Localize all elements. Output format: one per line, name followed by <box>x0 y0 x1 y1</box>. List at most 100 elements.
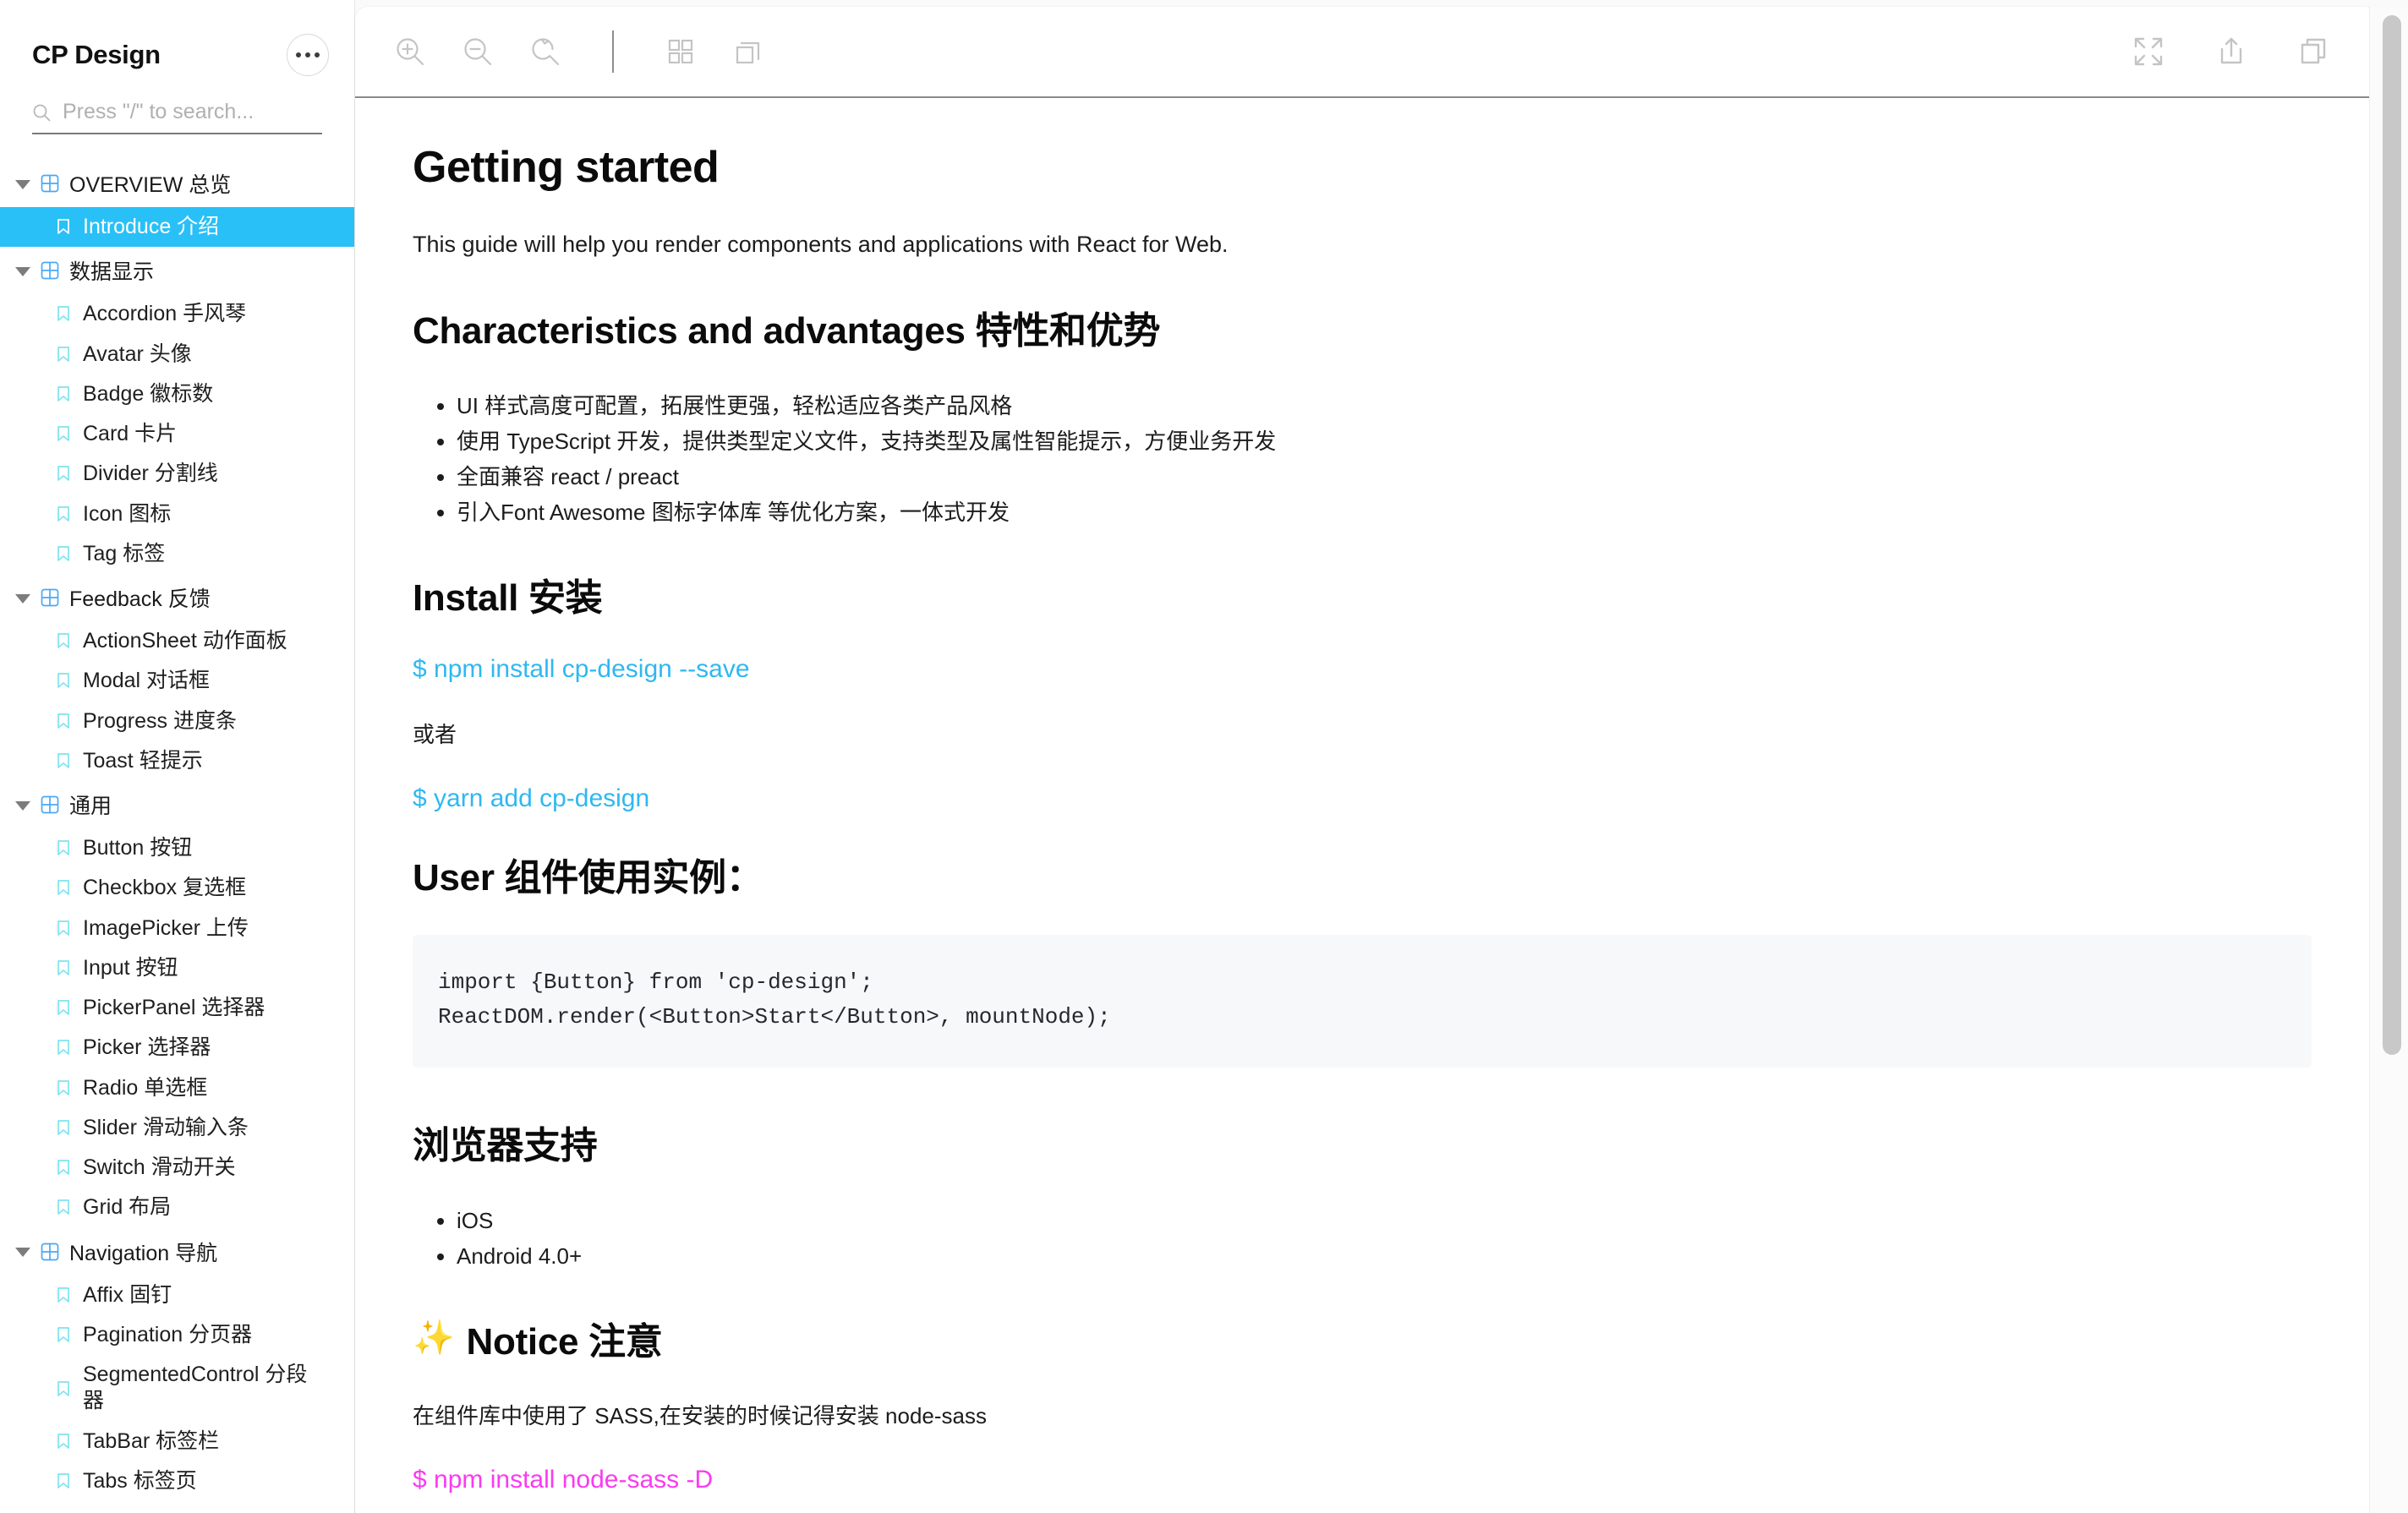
sidebar-item-modal[interactable]: Modal 对话框 <box>0 661 354 701</box>
scrollbar-thumb[interactable] <box>2383 15 2401 1055</box>
sidebar-group-label: 通用 <box>69 789 112 820</box>
sidebar-item-picker[interactable]: Picker 选择器 <box>0 1028 354 1068</box>
npm-install-command[interactable]: $ npm install cp-design --save <box>413 655 2312 684</box>
sidebar-item-tabs[interactable]: Tabs 标签页 <box>0 1461 354 1501</box>
sidebar-group-general[interactable]: 通用 <box>0 781 354 828</box>
heading-notice: ✨ Notice 注意 <box>413 1311 2312 1365</box>
sidebar-item-pickerpanel[interactable]: PickerPanel 选择器 <box>0 988 354 1028</box>
sidebar-item-label: Progress 进度条 <box>83 708 237 735</box>
sidebar-item-imagepicker[interactable]: ImagePicker 上传 <box>0 909 354 948</box>
sidebar-group-navigation[interactable]: Navigation 导航 <box>0 1228 354 1275</box>
sidebar-group-overview[interactable]: OVERVIEW 总览 <box>0 160 354 207</box>
notice-heading-text: Notice 注意 <box>467 1311 663 1365</box>
sidebar-item-input[interactable]: Input 按钮 <box>0 948 354 988</box>
zoom-in-icon[interactable] <box>391 32 430 71</box>
sidebar-item-label: Checkbox 复选框 <box>83 875 246 901</box>
sidebar-item-label: Affix 固钉 <box>83 1282 172 1308</box>
sidebar-item-segmentedcontrol[interactable]: SegmentedControl 分段器 <box>0 1355 354 1422</box>
yarn-add-command[interactable]: $ yarn add cp-design <box>413 784 2312 813</box>
node-sass-command[interactable]: $ npm install node-sass -D <box>413 1466 2312 1494</box>
sidebar-group-label: Feedback 反馈 <box>69 582 211 613</box>
copy-icon[interactable] <box>2295 32 2334 71</box>
share-icon[interactable] <box>2212 32 2251 71</box>
layout-view-icon[interactable] <box>729 32 768 71</box>
grid-icon <box>41 174 59 193</box>
sidebar-item-label: Tag 标签 <box>83 541 165 567</box>
sidebar-item-tag[interactable]: Tag 标签 <box>0 534 354 574</box>
sidebar-item-tabbar[interactable]: TabBar 标签栏 <box>0 1422 354 1461</box>
bookmark-icon <box>56 839 71 856</box>
bookmark-icon <box>56 959 71 976</box>
lead-paragraph: This guide will help you render componen… <box>413 232 2312 258</box>
sidebar-item-card[interactable]: Card 卡片 <box>0 414 354 454</box>
sidebar-item-switch[interactable]: Switch 滑动开关 <box>0 1148 354 1188</box>
sidebar-item-checkbox[interactable]: Checkbox 复选框 <box>0 868 354 908</box>
bookmark-icon <box>56 632 71 649</box>
page-title: Getting started <box>413 142 2312 193</box>
sidebar-item-label: Avatar 头像 <box>83 341 192 368</box>
sidebar-item-radio[interactable]: Radio 单选框 <box>0 1068 354 1108</box>
sidebar-item-actionsheet[interactable]: ActionSheet 动作面板 <box>0 621 354 661</box>
sidebar: CP Design OVERVIEW 总览 <box>0 0 355 1513</box>
more-options-button[interactable] <box>287 34 329 76</box>
sidebar-item-label: Button 按钮 <box>83 835 192 861</box>
sidebar-item-label: Icon 图标 <box>83 501 171 527</box>
search-input[interactable] <box>63 100 322 124</box>
bookmark-icon <box>56 218 71 235</box>
bookmark-icon <box>56 465 71 482</box>
sidebar-item-slider[interactable]: Slider 滑动输入条 <box>0 1108 354 1148</box>
reset-zoom-icon[interactable] <box>526 32 565 71</box>
search-bar[interactable] <box>32 100 322 134</box>
sidebar-item-progress[interactable]: Progress 进度条 <box>0 702 354 741</box>
chevron-down-icon <box>15 1248 30 1257</box>
grid-icon <box>41 1243 59 1261</box>
sidebar-item-button[interactable]: Button 按钮 <box>0 828 354 868</box>
sidebar-item-label: Modal 对话框 <box>83 668 210 694</box>
sidebar-item-badge[interactable]: Badge 徽标数 <box>0 374 354 414</box>
content-toolbar <box>355 7 2369 98</box>
list-item: UI 样式高度可配置，拓展性更强，轻松适应各类产品风格 <box>457 388 2312 423</box>
sidebar-item-label: Badge 徽标数 <box>83 381 213 407</box>
sidebar-item-label: Switch 滑动开关 <box>83 1155 236 1181</box>
content-area: Getting started This guide will help you… <box>355 0 2408 1513</box>
sidebar-item-icon[interactable]: Icon 图标 <box>0 494 354 534</box>
grid-icon <box>41 588 59 607</box>
zoom-out-icon[interactable] <box>458 32 497 71</box>
sidebar-nav: OVERVIEW 总览 Introduce 介绍 数据显示 Accordion … <box>0 160 354 1501</box>
sidebar-group-label: 数据显示 <box>69 255 154 286</box>
grid-view-icon[interactable] <box>661 32 700 71</box>
sidebar-item-affix[interactable]: Affix 固钉 <box>0 1275 354 1315</box>
sidebar-item-avatar[interactable]: Avatar 头像 <box>0 335 354 374</box>
sidebar-item-label: Picker 选择器 <box>83 1035 211 1061</box>
sidebar-item-label: Divider 分割线 <box>83 461 218 487</box>
sidebar-group-data-display[interactable]: 数据显示 <box>0 247 354 294</box>
notice-body: 在组件库中使用了 SASS,在安装的时候记得安装 node-sass <box>413 1399 2312 1430</box>
sidebar-item-pagination[interactable]: Pagination 分页器 <box>0 1315 354 1355</box>
sidebar-item-grid[interactable]: Grid 布局 <box>0 1188 354 1227</box>
sidebar-item-introduce[interactable]: Introduce 介绍 <box>0 207 354 247</box>
toolbar-divider <box>612 30 614 73</box>
sidebar-item-accordion[interactable]: Accordion 手风琴 <box>0 294 354 334</box>
bookmark-icon <box>56 305 71 322</box>
bookmark-icon <box>56 385 71 402</box>
sidebar-item-divider[interactable]: Divider 分割线 <box>0 454 354 494</box>
sidebar-item-toast[interactable]: Toast 轻提示 <box>0 741 354 781</box>
search-icon <box>32 103 51 122</box>
sidebar-item-label: Grid 布局 <box>83 1194 171 1221</box>
list-item: 使用 TypeScript 开发，提供类型定义文件，支持类型及属性智能提示，方便… <box>457 423 2312 459</box>
sidebar-item-label: PickerPanel 选择器 <box>83 995 265 1021</box>
list-item: iOS <box>457 1203 2312 1238</box>
bookmark-icon <box>56 1159 71 1176</box>
chevron-down-icon <box>15 180 30 189</box>
heading-usage: User 组件使用实例： <box>413 847 2312 901</box>
sidebar-item-label: Tabs 标签页 <box>83 1468 197 1494</box>
bookmark-icon <box>56 1119 71 1136</box>
list-item: 引入Font Awesome 图标字体库 等优化方案，一体式开发 <box>457 494 2312 530</box>
list-item: Android 4.0+ <box>457 1238 2312 1274</box>
fullscreen-icon[interactable] <box>2129 32 2168 71</box>
vertical-scrollbar[interactable] <box>2369 7 2408 1513</box>
sidebar-item-label: Introduce 介绍 <box>83 214 219 240</box>
sidebar-group-feedback[interactable]: Feedback 反馈 <box>0 574 354 621</box>
install-or-text: 或者 <box>413 718 2312 749</box>
bookmark-icon <box>56 1433 71 1450</box>
